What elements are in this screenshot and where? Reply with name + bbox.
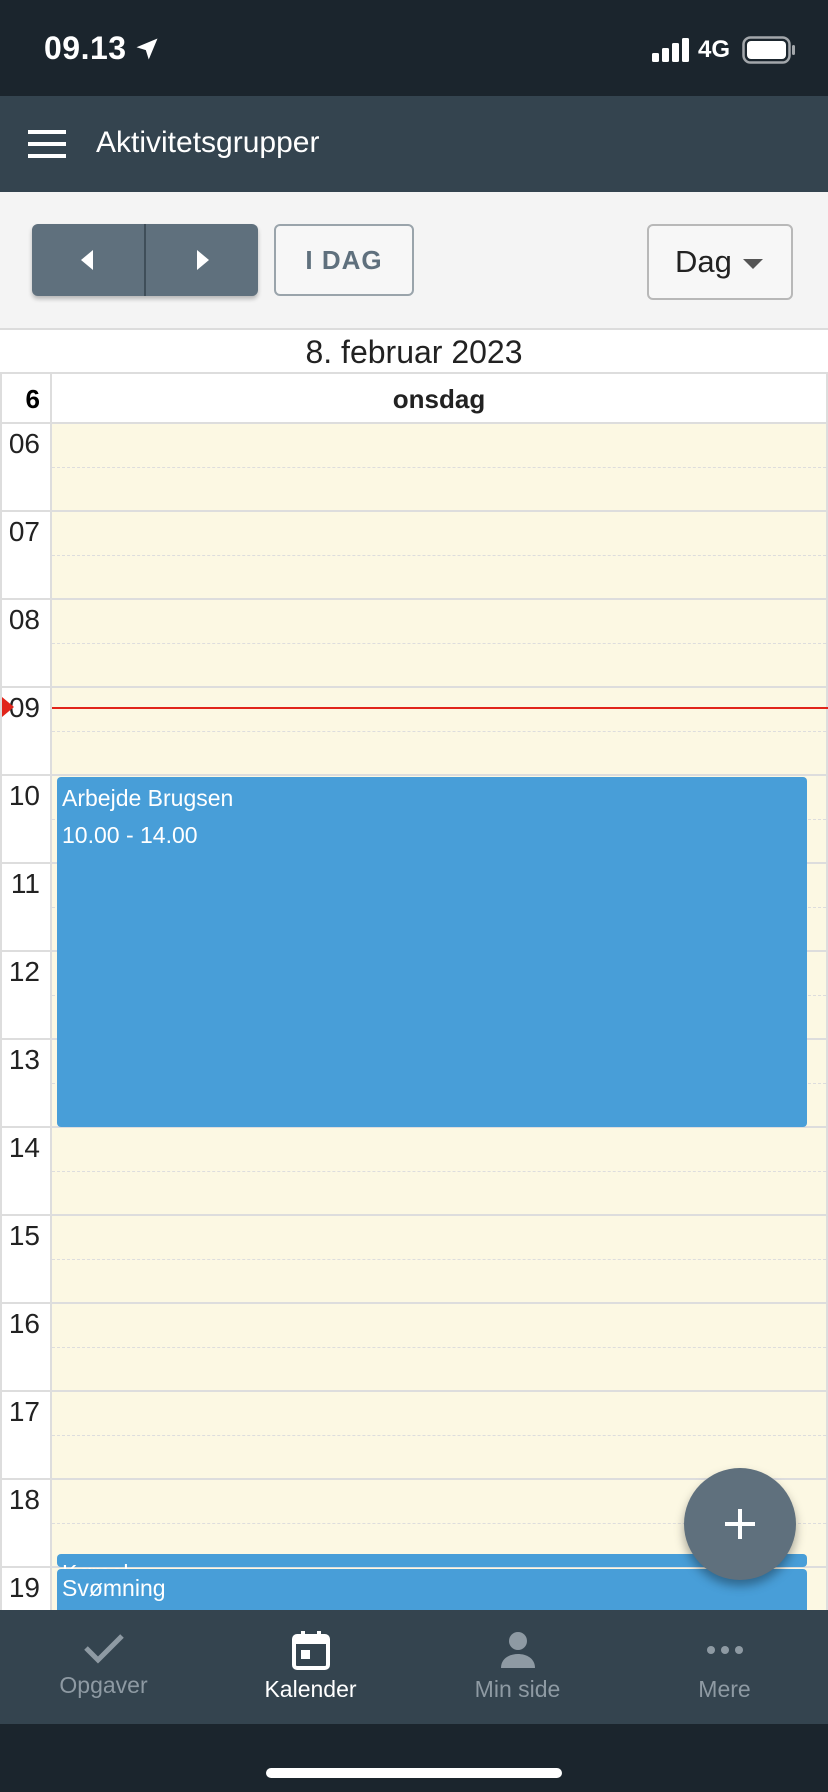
location-arrow-icon bbox=[136, 38, 158, 60]
hour-label: 14 bbox=[0, 1128, 52, 1216]
hour-slot[interactable] bbox=[52, 1304, 828, 1392]
current-time-arrow-icon bbox=[2, 697, 14, 718]
tab-label: Mere bbox=[698, 1676, 751, 1702]
time-grid: 06 07 08 09 10 11 12 13 14 15 16 17 18 19 Arbejde Brug… bbox=[0, 424, 828, 1610]
tab-label: Opgaver bbox=[59, 1672, 148, 1698]
hour-slot[interactable] bbox=[52, 1392, 828, 1480]
tab-opgaver[interactable]: Opgaver bbox=[0, 1610, 207, 1724]
hour-label: 10 bbox=[0, 776, 52, 864]
caret-left-icon bbox=[81, 250, 93, 270]
date-title: 8. februar 2023 bbox=[305, 334, 523, 370]
calendar-toolbar: I DAG Dag bbox=[0, 192, 828, 330]
hour-slot[interactable] bbox=[52, 1216, 828, 1304]
hour-slot[interactable] bbox=[52, 1128, 828, 1216]
tab-min-side[interactable]: Min side bbox=[414, 1610, 621, 1724]
hour-label: 15 bbox=[0, 1216, 52, 1304]
calendar-icon bbox=[291, 1631, 330, 1670]
hour-label: 07 bbox=[0, 512, 52, 600]
current-time-line bbox=[52, 707, 828, 710]
day-header: 6 onsdag bbox=[0, 372, 828, 424]
today-button[interactable]: I DAG bbox=[274, 224, 414, 296]
battery-icon bbox=[742, 36, 795, 64]
day-name: onsdag bbox=[52, 374, 828, 422]
event-title: Arbejde Brugsen bbox=[62, 785, 234, 811]
signal-icon bbox=[652, 38, 689, 62]
calendar-event[interactable]: Svømning bbox=[57, 1569, 807, 1610]
menu-icon[interactable] bbox=[28, 128, 66, 160]
hour-label: 06 bbox=[0, 424, 52, 512]
hour-slot[interactable] bbox=[52, 424, 828, 512]
app-title: Aktivitetsgrupper bbox=[96, 126, 320, 159]
tab-kalender[interactable]: Kalender bbox=[207, 1610, 414, 1724]
bottom-nav: Opgaver Kalender Min side Mere bbox=[0, 1610, 828, 1724]
view-select[interactable]: Dag bbox=[647, 224, 793, 300]
home-indicator bbox=[266, 1768, 562, 1778]
hour-label: 19 bbox=[0, 1568, 52, 1610]
hour-slot[interactable] bbox=[52, 512, 828, 600]
hour-label: 12 bbox=[0, 952, 52, 1040]
hour-slot[interactable] bbox=[52, 600, 828, 688]
hour-label: 17 bbox=[0, 1392, 52, 1480]
app-bar: Aktivitetsgrupper bbox=[0, 96, 828, 192]
tab-label: Kalender bbox=[264, 1676, 357, 1702]
view-select-value: Dag bbox=[675, 244, 732, 279]
hour-label: 13 bbox=[0, 1040, 52, 1128]
hour-slot[interactable] bbox=[52, 688, 828, 776]
event-title: Svømning bbox=[62, 1575, 166, 1601]
check-icon bbox=[83, 1634, 124, 1664]
add-event-button[interactable] bbox=[684, 1468, 796, 1580]
plus-icon bbox=[725, 1509, 755, 1539]
calendar-event[interactable]: Arbejde Brugsen 10.00 - 14.00 bbox=[57, 777, 807, 1127]
caret-right-icon bbox=[197, 250, 209, 270]
status-bar: 09.13 4G bbox=[0, 0, 828, 96]
prev-next-group bbox=[32, 224, 258, 296]
home-area bbox=[0, 1724, 828, 1792]
prev-button[interactable] bbox=[32, 224, 144, 296]
status-time: 09.13 bbox=[44, 30, 127, 66]
event-time: 10.00 - 14.00 bbox=[62, 822, 198, 848]
calendar-day-view: 8. februar 2023 6 onsdag 06 07 08 09 10 11 12 1… bbox=[0, 330, 828, 1610]
next-button[interactable] bbox=[144, 224, 258, 296]
hour-label: 18 bbox=[0, 1480, 52, 1568]
chevron-down-icon bbox=[743, 259, 763, 269]
tab-label: Min side bbox=[474, 1676, 561, 1702]
tab-mere[interactable]: Mere bbox=[621, 1610, 828, 1724]
network-label: 4G bbox=[698, 36, 731, 63]
more-icon bbox=[706, 1646, 743, 1654]
person-icon bbox=[500, 1632, 535, 1668]
hour-label: 08 bbox=[0, 600, 52, 688]
week-number: 6 bbox=[0, 374, 52, 422]
hour-label: 16 bbox=[0, 1304, 52, 1392]
hour-label: 11 bbox=[0, 864, 52, 952]
